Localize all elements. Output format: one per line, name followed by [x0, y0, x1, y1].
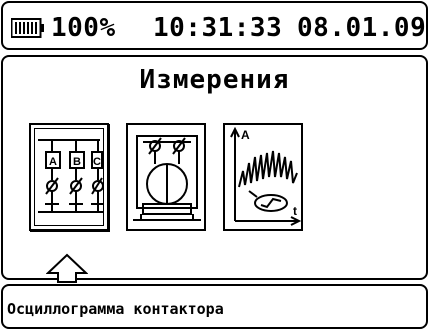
phase-label-b: B [73, 156, 81, 168]
battery-icon [11, 18, 45, 38]
date: 08.01.09 [297, 13, 427, 43]
phase-label-c: C [93, 156, 101, 168]
clock: 10:31:33 [153, 13, 283, 43]
phase-label-a: A [49, 156, 57, 168]
battery-percent: 100% [51, 13, 116, 43]
status-bar: 100% 10:31:33 08.01.09 [1, 1, 428, 50]
up-arrow-icon [46, 253, 88, 283]
motor-diagram-icon [131, 128, 203, 228]
caption-bar: Осциллограмма контактора [1, 284, 428, 329]
axis-y-label: A [241, 128, 250, 142]
waveform-graph-icon: A t [227, 127, 301, 229]
axis-x-label: t [293, 204, 297, 218]
three-phase-contacts-icon: A B C [34, 128, 104, 226]
tile-waveform[interactable]: A t [223, 123, 303, 231]
tile-motor[interactable] [126, 123, 206, 231]
selected-item-caption: Осциллограмма контактора [7, 300, 224, 318]
measurements-panel: Измерения A B C A t [1, 55, 428, 280]
page-title: Измерения [139, 65, 290, 95]
tile-contactor-oscillogram[interactable]: A B C [29, 123, 109, 231]
